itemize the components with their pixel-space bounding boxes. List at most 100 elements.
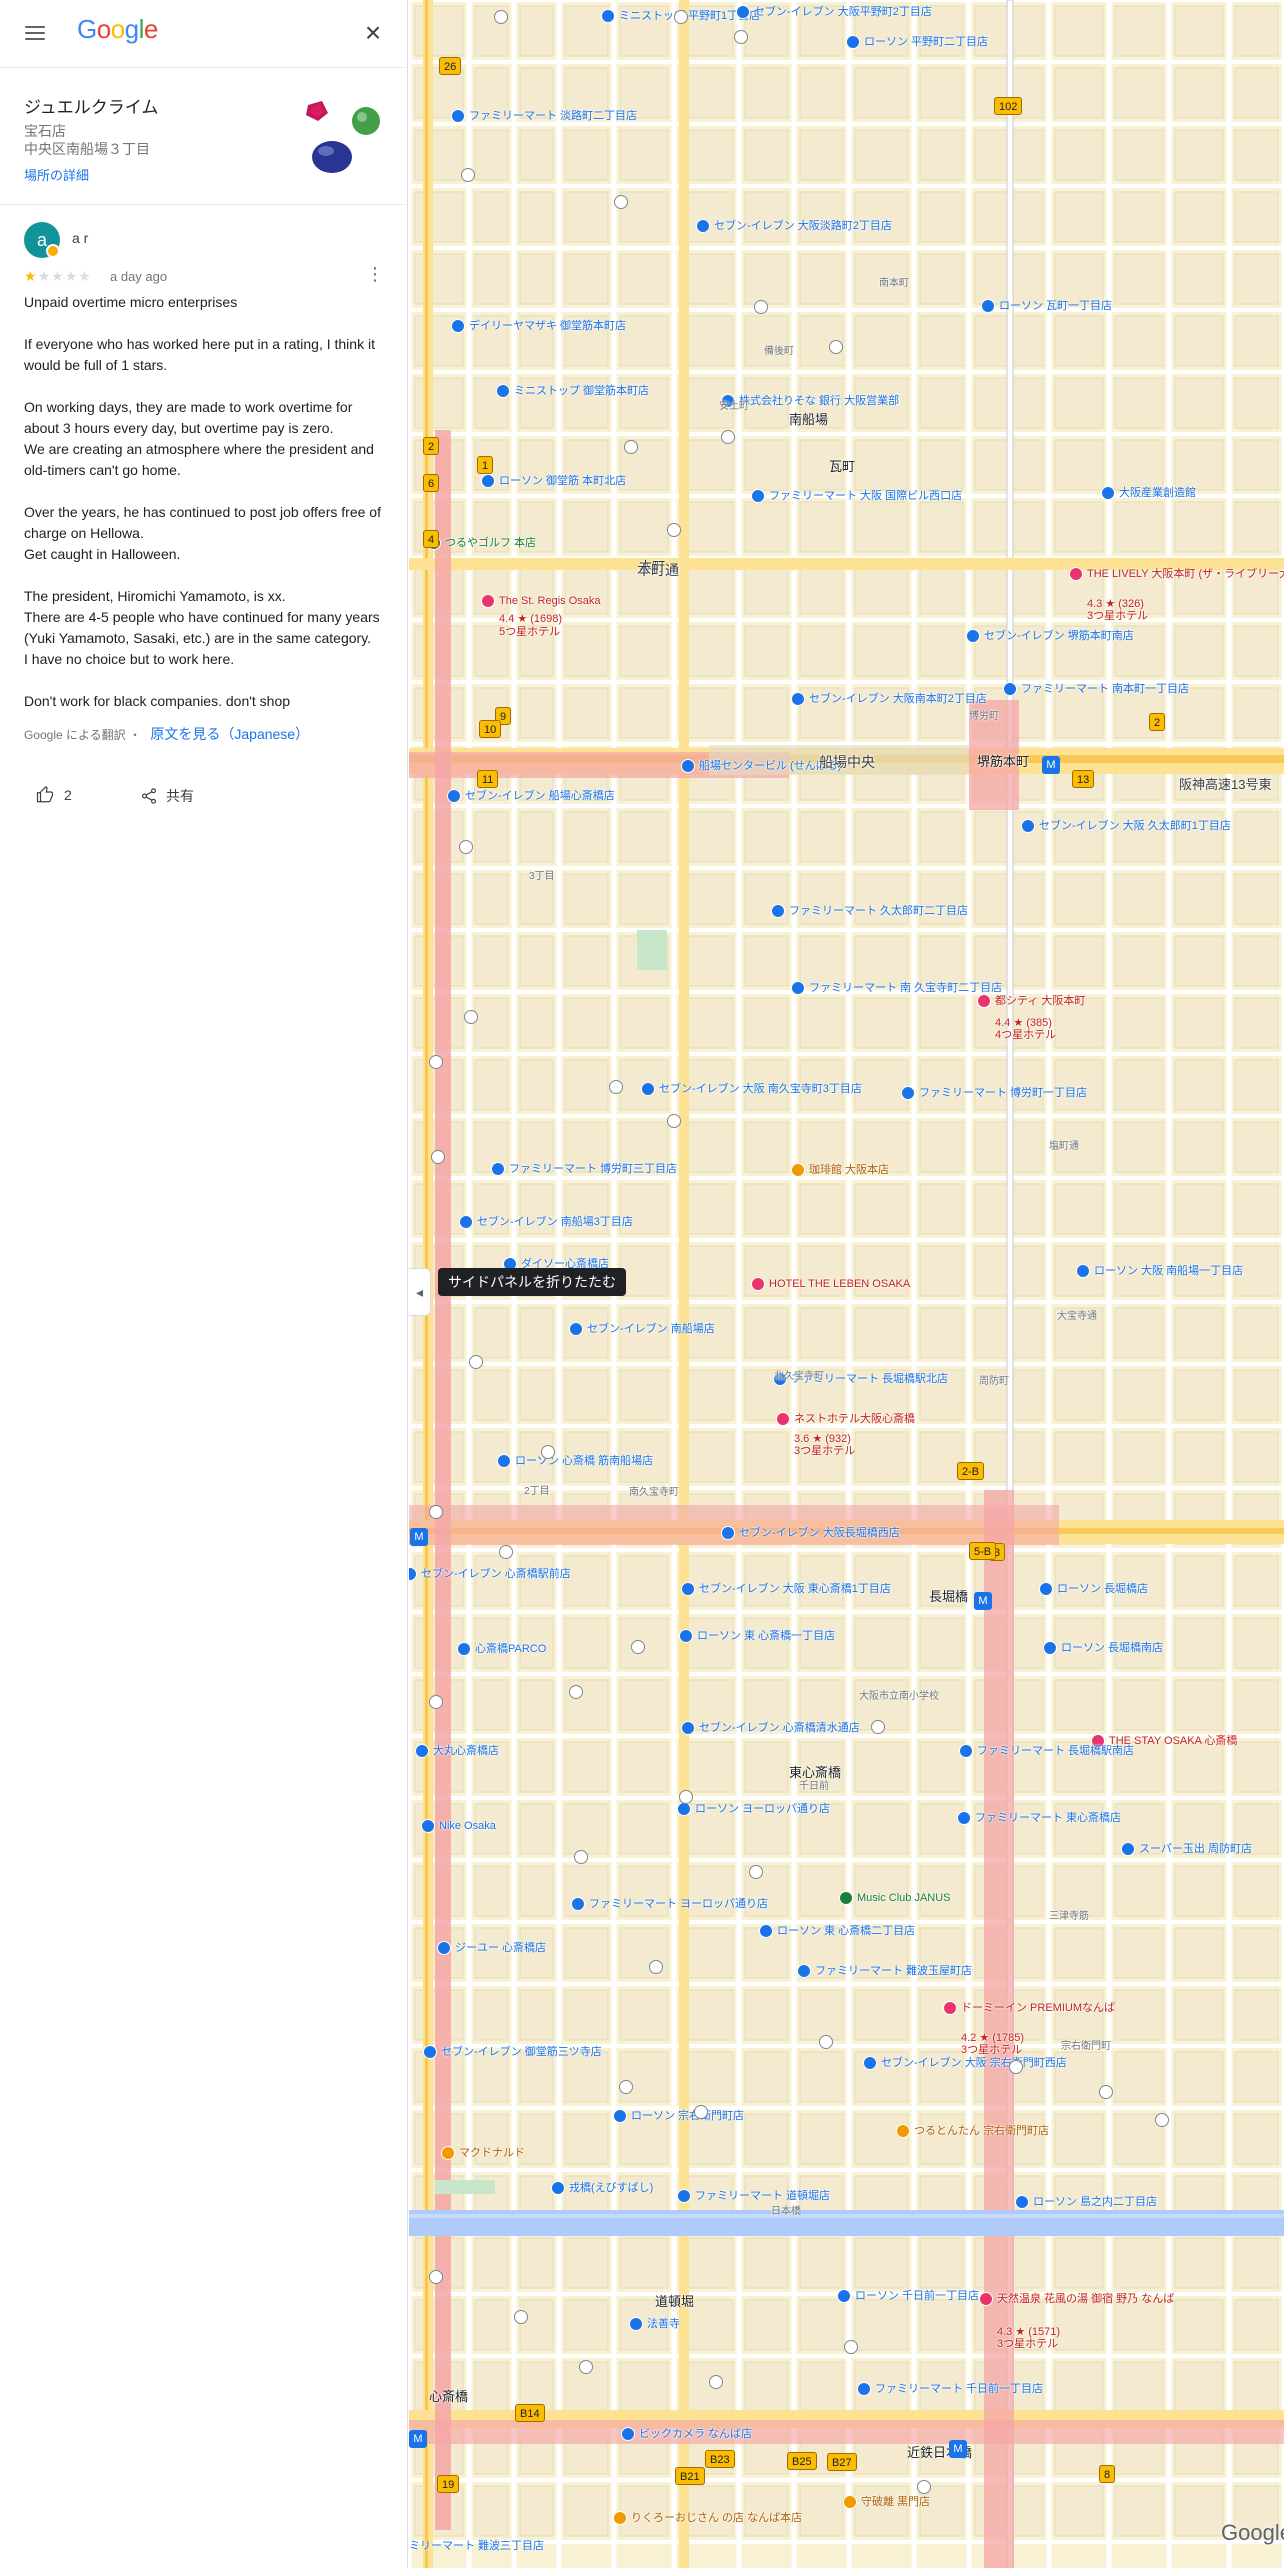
map-place-label[interactable]: ファミリーマート 南本町一丁目店 [1021,683,1189,696]
map-pin-icon[interactable] [1076,1264,1090,1278]
map-poi-icon[interactable] [609,1080,623,1094]
map-place-label[interactable]: 大阪市立南小学校 [859,1690,939,1703]
map-poi-icon[interactable] [494,10,508,24]
map-place-label[interactable]: 道頓堀 [655,2295,694,2308]
map-place-label[interactable]: 東心斎橋 [789,1766,841,1779]
map-poi-icon[interactable] [429,2270,443,2284]
map-poi-icon[interactable] [429,1055,443,1069]
map-pin-icon[interactable] [681,759,695,773]
subway-station-icon[interactable]: M [409,2430,427,2448]
map-poi-icon[interactable] [431,1150,445,1164]
map-place-label[interactable]: ローソン 東 心斎橋一丁目店 [697,1630,835,1643]
collapse-panel-button[interactable]: ◂ [409,1268,431,1316]
map-place-label[interactable]: 心斎橋 [429,2390,468,2403]
map-place-label[interactable]: ドーミーイン PREMIUMなんば [961,2002,1115,2015]
map-pin-icon[interactable] [977,994,991,1008]
map-place-label[interactable]: セブン-イレブン 大阪淡路町2丁目店 [714,220,892,233]
map-pin-icon[interactable] [843,2495,857,2509]
map-poi-icon[interactable] [1009,2060,1023,2074]
map-poi-icon[interactable] [461,168,475,182]
map-pin-icon[interactable] [551,2181,565,2195]
like-button[interactable]: 2 [36,785,72,804]
share-button[interactable]: 共有 [140,786,194,806]
map-pin-icon[interactable] [451,109,465,123]
map-place-label[interactable]: セブン-イレブン 大阪 東心斎橋1丁目店 [699,1583,891,1596]
map-pin-icon[interactable] [771,904,785,918]
map-place-label[interactable]: ネストホテル大阪心斎橋 [794,1413,915,1426]
map-place-label[interactable]: セブン-イレブン 南船場3丁目店 [477,1216,633,1229]
map-pin-icon[interactable] [979,2292,993,2306]
close-icon[interactable]: × [358,18,388,48]
map-place-label[interactable]: 3つ星ホテル [961,2044,1022,2057]
map-poi-icon[interactable] [709,2375,723,2389]
map-place-label[interactable]: りくろーおじさん の店 なんば本店 [631,2512,802,2525]
map-pin-icon[interactable] [677,1802,691,1816]
map-pin-icon[interactable] [491,1162,505,1176]
subway-station-icon[interactable]: M [1042,756,1060,774]
map-poi-icon[interactable] [614,195,628,209]
map-place-label[interactable]: つるやゴルフ 本店 [445,537,536,550]
map-place-label[interactable]: セブン-イレブン 大阪平野町2丁目店 [754,6,932,19]
map-place-label[interactable]: セブン-イレブン 心斎橋駅前店 [421,1568,571,1581]
map-place-label[interactable]: 安土町 [719,400,749,413]
map-poi-icon[interactable] [569,1685,583,1699]
map-place-label[interactable]: 長堀橋 [929,1590,968,1603]
map-pin-icon[interactable] [569,1322,583,1336]
place-photo[interactable] [300,99,390,179]
map-pin-icon[interactable] [1101,486,1115,500]
map-pin-icon[interactable] [481,474,495,488]
map-poi-icon[interactable] [429,1695,443,1709]
map-pin-icon[interactable] [601,9,615,23]
map-pin-icon[interactable] [751,1277,765,1291]
map-place-label[interactable]: 宗右衛門町 [1061,2040,1111,2053]
map-poi-icon[interactable] [754,300,768,314]
map-place-label[interactable]: 守破離 黒門店 [861,2496,930,2509]
map-place-label[interactable]: ローソン 宗右衛門町店 [631,2110,744,2123]
map-place-label[interactable]: ファミリーマート 東心斎橋店 [975,1812,1121,1825]
map-pin-icon[interactable] [679,1629,693,1643]
map-place-label[interactable]: ローソン 御堂筋 本町北店 [499,475,626,488]
more-options-icon[interactable]: ⋮ [366,264,384,285]
map-pin-icon[interactable] [459,1215,473,1229]
map-place-label[interactable]: 瓦町 [829,460,855,473]
map-place-label[interactable]: セブン-イレブン 大阪 久太郎町1丁目店 [1039,820,1231,833]
map-place-label[interactable]: 千日前 [799,1780,829,1793]
map-place-label[interactable]: ローソン 大阪 南船場一丁目店 [1094,1265,1243,1278]
map-place-label[interactable]: ローソン 心斎橋 筋南船場店 [515,1455,653,1468]
map-place-label[interactable]: ローソン 東 心斎橋二丁目店 [777,1925,915,1938]
map-place-label[interactable]: ジーユー 心斎橋店 [455,1942,546,1955]
map-place-label[interactable]: ローソン 平野町二丁目店 [864,36,988,49]
map-pin-icon[interactable] [959,1744,973,1758]
map-pin-icon[interactable] [837,2289,851,2303]
map-pin-icon[interactable] [1003,682,1017,696]
map-place-label[interactable]: 大丸心斎橋店 [433,1745,499,1758]
map-poi-icon[interactable] [917,2480,931,2494]
map-pin-icon[interactable] [863,2056,877,2070]
map-place-label[interactable]: 3丁目 [529,870,555,883]
map-place-label[interactable]: 3つ星ホテル [997,2338,1058,2351]
map-poi-icon[interactable] [619,2080,633,2094]
map-poi-icon[interactable] [674,10,688,24]
map-poi-icon[interactable] [694,2105,708,2119]
map-place-label[interactable]: 堺筋本町 [977,755,1029,768]
map-place-label[interactable]: つるとんたん 宗右衛門町店 [914,2125,1049,2138]
review-author[interactable]: a r [72,230,88,246]
map-pin-icon[interactable] [629,2317,643,2331]
map-pin-icon[interactable] [797,1964,811,1978]
map-poi-icon[interactable] [469,1355,483,1369]
map-place-label[interactable]: ファミリーマート ヨーロッパ通り店 [589,1898,768,1911]
menu-icon[interactable] [22,20,48,46]
map-place-label[interactable]: 4.4 ★ (1698) [499,613,562,626]
map-pin-icon[interactable] [736,5,750,19]
map-place-label[interactable]: ローソン ヨーロッパ通り店 [695,1803,830,1816]
map-poi-icon[interactable] [749,1865,763,1879]
map-place-label[interactable]: HOTEL THE LEBEN OSAKA [769,1278,910,1291]
map-place-label[interactable]: セブン-イレブン 南船場店 [587,1323,715,1336]
map-place-label[interactable]: Nike Osaka [439,1820,496,1833]
map-place-label[interactable]: ファミリーマート 久太郎町二丁目店 [789,905,968,918]
map-place-label[interactable]: ファミリーマート 長堀橋駅南店 [977,1745,1134,1758]
map-poi-icon[interactable] [499,1545,513,1559]
map-place-label[interactable]: ファミリーマート 大阪 国際ビル西口店 [769,490,962,503]
map-place-label[interactable]: 北久宝寺町 [774,1370,824,1383]
map-pin-icon[interactable] [721,1526,735,1540]
